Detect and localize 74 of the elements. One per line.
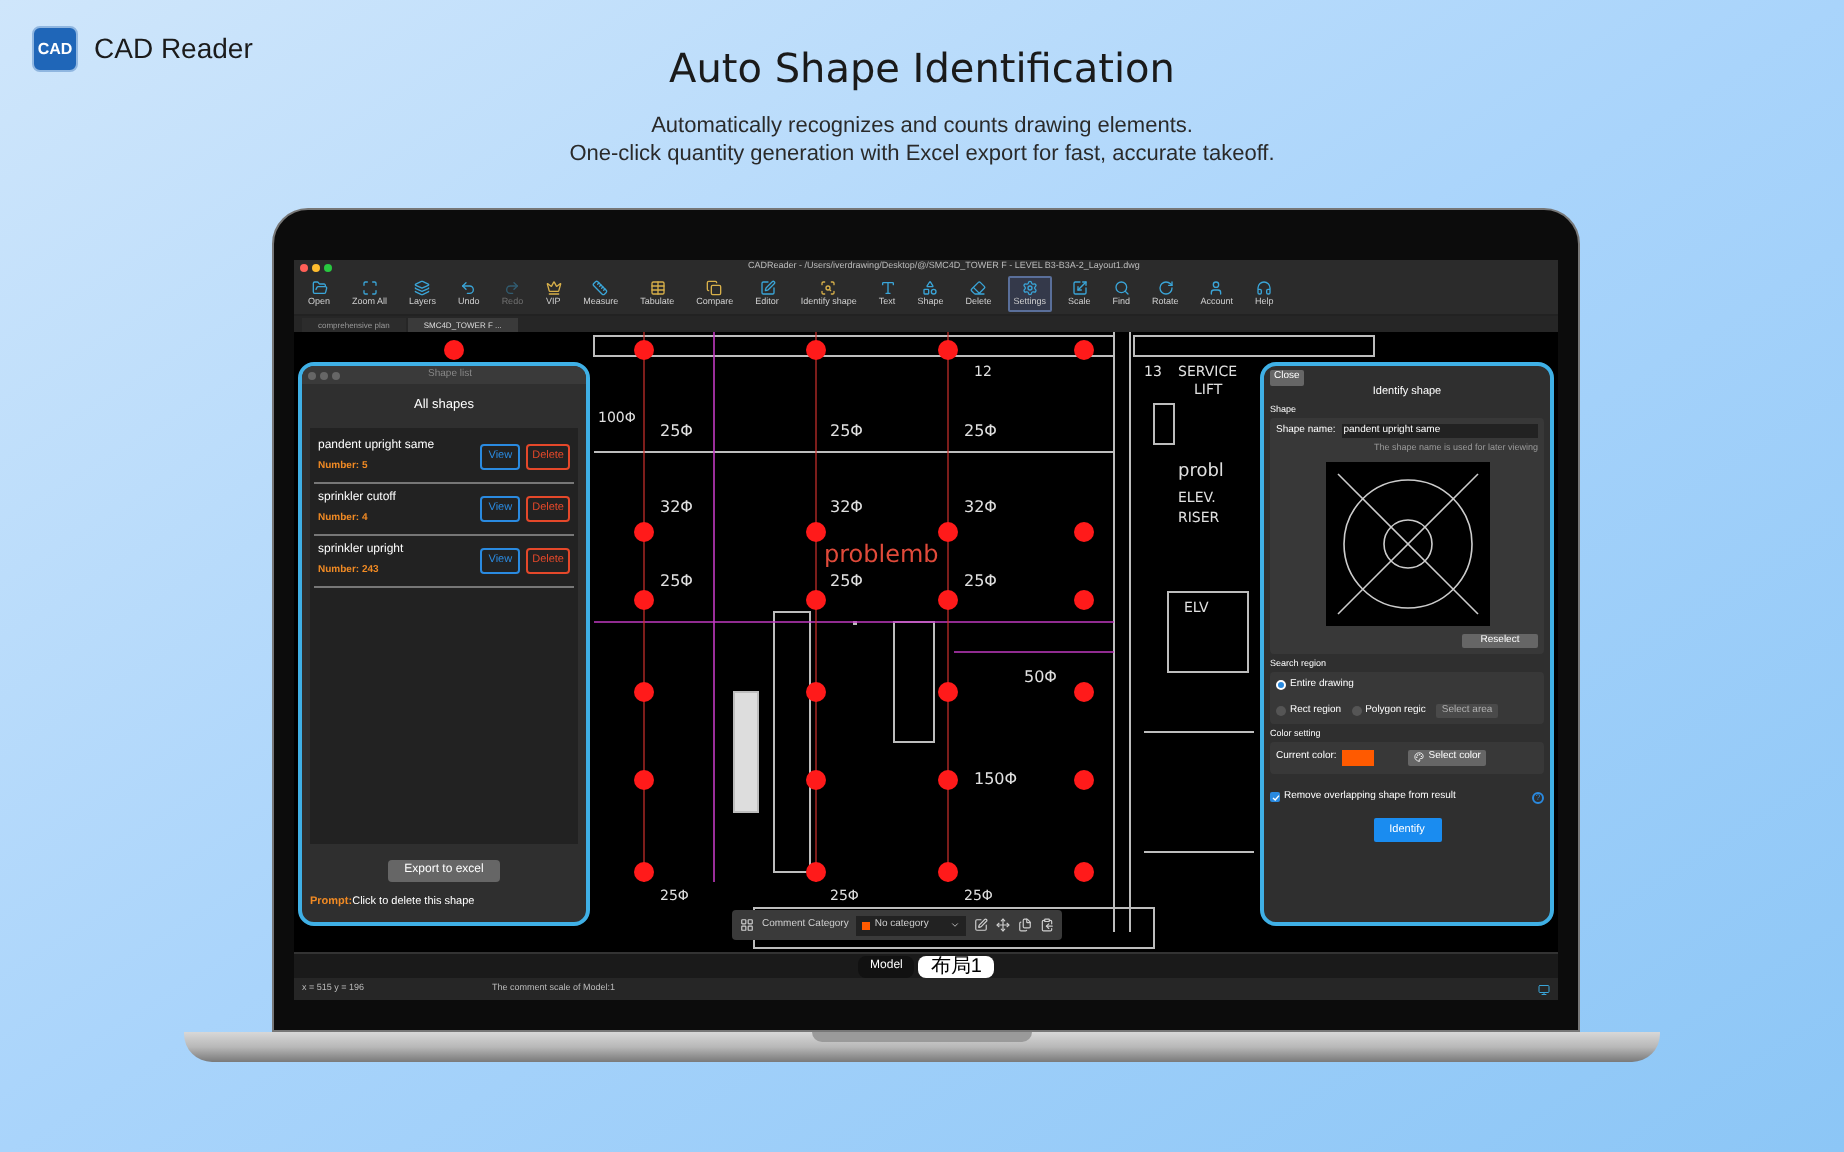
drawing-label: 25Φ (660, 572, 693, 590)
hero-subtitle: One-click quantity generation with Excel export for fast, accurate takeoff. (569, 140, 1275, 168)
drawing-label: probl (1178, 462, 1224, 482)
search-icon (1113, 280, 1130, 296)
drawing-label: problemb (824, 540, 939, 568)
marker-dot (634, 340, 654, 360)
marker-dot (634, 682, 654, 702)
marker-dot (938, 682, 958, 702)
marker-dot (806, 340, 826, 360)
scan-icon (820, 280, 837, 296)
marker-dot (1074, 340, 1094, 360)
drawing-label: 25Φ (830, 572, 863, 590)
drawing-label: 32Φ (830, 498, 863, 516)
layers-icon (414, 280, 431, 296)
marker-dot (1074, 770, 1094, 790)
user-icon (1208, 280, 1225, 296)
marker-dot (938, 522, 958, 542)
drawing-label: 25Φ (660, 422, 693, 440)
scale-icon (1071, 280, 1088, 296)
layout-tab[interactable]: 布局1 (918, 955, 994, 977)
drawing-label: 25Φ (830, 422, 863, 440)
grid-icon[interactable] (740, 918, 754, 932)
drawing-label: 32Φ (964, 498, 997, 516)
drawing-label: 25Φ (964, 422, 997, 440)
text-icon (879, 280, 896, 296)
edit-icon (759, 280, 775, 296)
table-icon (649, 280, 666, 296)
checkbox[interactable] (1270, 792, 1280, 802)
brand-name: CAD Reader (94, 30, 253, 68)
marker-dot (938, 770, 958, 790)
hero-subtitle: Automatically recognizes and counts drawing elements. (651, 112, 1193, 140)
color-swatch[interactable] (1342, 749, 1375, 766)
marker-dot (1074, 682, 1094, 702)
folder-icon (311, 280, 327, 296)
redo-icon (504, 280, 521, 296)
settings-icon (1021, 280, 1038, 296)
rotate-icon (1157, 280, 1174, 296)
monitor-icon[interactable] (1538, 983, 1550, 995)
marker-dot (938, 862, 958, 882)
marker-dot (806, 522, 826, 542)
copy-icon[interactable] (1018, 918, 1033, 932)
paste-icon[interactable] (1040, 918, 1055, 932)
crown-icon (545, 280, 562, 296)
hero-title: Auto Shape Identification (669, 42, 1175, 94)
eraser-icon (970, 280, 987, 296)
undo-icon (460, 280, 477, 296)
marker-dot (1074, 590, 1094, 610)
drawing-label: 25Φ (964, 572, 997, 590)
drawing-label: 150Φ (974, 770, 1018, 788)
marker-dot (806, 590, 826, 610)
marker-dot (806, 682, 826, 702)
marker-dot (1074, 862, 1094, 882)
marker-dot (1074, 522, 1094, 542)
zoom-all-icon (361, 280, 378, 296)
marker-dot (444, 340, 464, 360)
marker-dot (634, 522, 654, 542)
copy-icon (706, 280, 723, 296)
marker-dot (634, 862, 654, 882)
marker-dot (938, 590, 958, 610)
edit-icon[interactable] (974, 918, 989, 932)
marker-dot (806, 862, 826, 882)
marker-dot (938, 340, 958, 360)
headset-icon (1256, 280, 1273, 296)
marker-dot (806, 770, 826, 790)
drawing-label: 50Φ (1024, 668, 1057, 686)
app-logo: CAD (32, 26, 78, 72)
marker-dot (634, 770, 654, 790)
palette-icon (1414, 752, 1425, 763)
marker-dot (634, 590, 654, 610)
drawing-label: 32Φ (660, 498, 693, 516)
move-icon[interactable] (996, 918, 1011, 932)
caret-icon (950, 920, 961, 930)
shapes-icon (922, 280, 939, 296)
ruler-icon (592, 280, 609, 296)
